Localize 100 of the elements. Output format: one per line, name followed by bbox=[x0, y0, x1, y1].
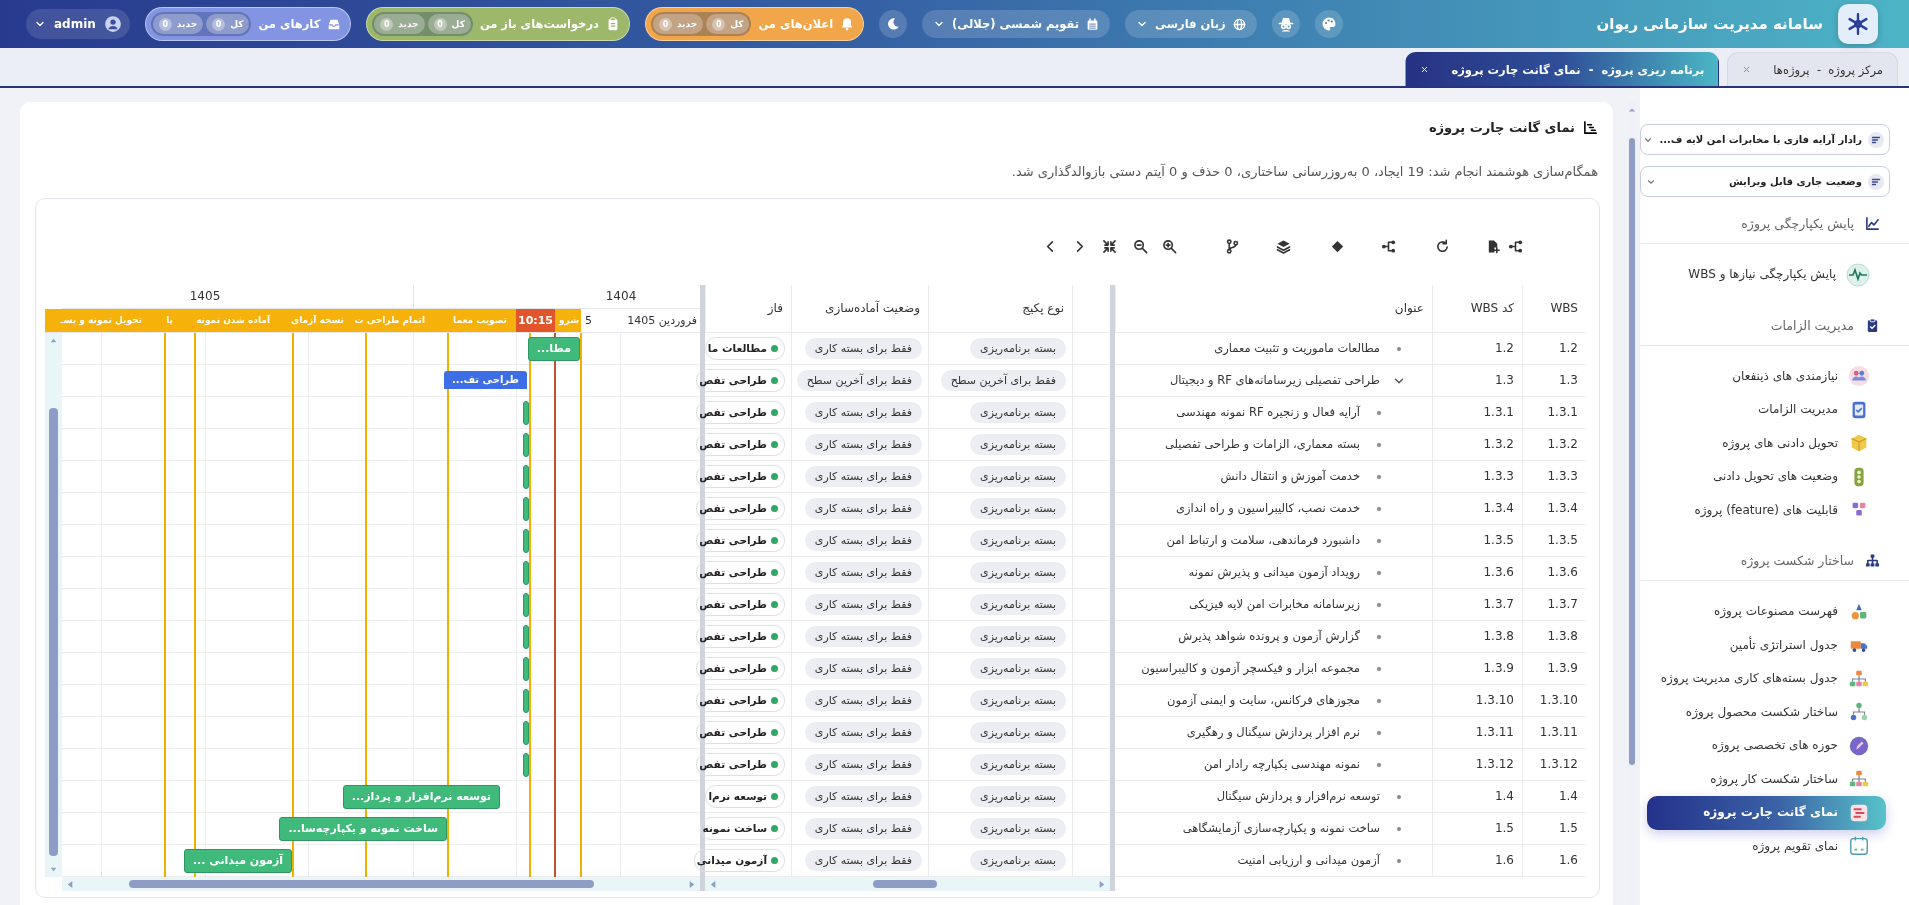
table-cell: آزمون میدانی و ارزیابی امنیت bbox=[1237, 853, 1380, 868]
table-cell: 1.3.6 bbox=[1432, 557, 1522, 588]
branch-icon bbox=[1224, 238, 1240, 254]
calendar-dropdown[interactable]: تقویم شمسی (جلالی) bbox=[922, 10, 1111, 38]
dropdown[interactable]: رادار آرایه فازی با مخابرات امن لایه ف... bbox=[1640, 124, 1890, 155]
vertical-scrollbar[interactable] bbox=[45, 333, 62, 877]
theme-button[interactable] bbox=[1314, 10, 1343, 38]
status-dot bbox=[771, 409, 778, 416]
sidebar-item[interactable]: جدول بسته‌های کاری مدیریت پروژه bbox=[1647, 662, 1886, 696]
horizontal-scrollbar[interactable] bbox=[705, 877, 1110, 891]
sidebar-item[interactable]: تحویل دادنی های پروژه bbox=[1647, 426, 1886, 460]
table-cell: طراحی تفصیلی زیرسامانه‌های RF و دیجیتال bbox=[1169, 373, 1380, 388]
count-badge: 0 bbox=[433, 17, 447, 31]
palette-icon bbox=[1320, 16, 1337, 32]
bullet-icon bbox=[1377, 698, 1381, 703]
calendar-icon bbox=[1848, 835, 1870, 858]
package-tag: بسته برنامه‌ریزی bbox=[970, 850, 1066, 871]
dark-mode-button[interactable] bbox=[879, 10, 908, 38]
table-cell: 1.6 bbox=[1432, 845, 1522, 876]
people-icon bbox=[1848, 365, 1870, 388]
chip-label: کل bbox=[451, 19, 465, 29]
task-bar bbox=[523, 561, 529, 585]
count-badge: 0 bbox=[712, 17, 726, 31]
column-header: عنوان bbox=[1115, 285, 1432, 332]
task-bar: آزمون میدانی ... bbox=[183, 849, 292, 873]
table-cell: 1.3.8 bbox=[1522, 621, 1586, 652]
task-bar bbox=[523, 529, 529, 553]
table-cell: 1.4 bbox=[1432, 781, 1522, 812]
left-arrow-icon bbox=[66, 880, 75, 889]
phase-tag: آزمون میدانی bbox=[693, 849, 785, 872]
hierarchy-icon bbox=[1380, 238, 1396, 254]
sidebar-item[interactable]: فهرست مصنوعات پروژه bbox=[1647, 595, 1886, 629]
sidebar-item[interactable]: مدیریت الزامات bbox=[1647, 393, 1886, 427]
status-tag: فقط برای آخرین سطح bbox=[796, 370, 922, 391]
sidebar-item[interactable]: قابلیت های (feature) پروژه bbox=[1647, 493, 1886, 527]
table-cell: مطالعات ماموریت و تثبیت معماری bbox=[1214, 341, 1380, 356]
status-dot bbox=[771, 505, 778, 512]
phase-tag: طراحی تفص bbox=[696, 657, 785, 680]
sitemap-icon bbox=[1865, 553, 1880, 568]
status-dot bbox=[771, 473, 778, 480]
table-cell: 1.3.7 bbox=[1522, 589, 1586, 620]
task-bar bbox=[523, 689, 529, 713]
sidebar-item[interactable]: نمای گانت چارت پروژه bbox=[1647, 796, 1886, 830]
status-dot bbox=[771, 729, 778, 736]
table-cell: مجموعه ابزار و فیکسچر آزمون و کالیبراسیون bbox=[1141, 661, 1360, 676]
sidebar-item[interactable]: نیازمندی های ذینفعان bbox=[1647, 359, 1886, 393]
table-cell: 1.3.7 bbox=[1432, 589, 1522, 620]
status-dot bbox=[771, 665, 778, 672]
up-arrow-icon bbox=[49, 336, 58, 345]
table-cell: 1.3.2 bbox=[1522, 429, 1586, 460]
pen-icon bbox=[1848, 734, 1870, 757]
sidebar-item[interactable]: ساختار شکست کار پروژه bbox=[1647, 762, 1886, 796]
close-icon[interactable] bbox=[1420, 65, 1430, 74]
status-dot bbox=[771, 793, 778, 800]
user-menu[interactable]: admin bbox=[26, 9, 130, 39]
tab[interactable]: مرکز پروژه - پروژه‌ها bbox=[1727, 52, 1898, 86]
year-label: 1405 bbox=[189, 288, 221, 305]
task-bar bbox=[523, 753, 529, 777]
count-badge: 0 bbox=[658, 17, 672, 31]
table-cell: 1.3.12 bbox=[1432, 749, 1522, 780]
table-cell: 1.2 bbox=[1432, 333, 1522, 364]
sidebar-item[interactable]: حوزه های تخصصی پروژه bbox=[1647, 729, 1886, 763]
sidebar-item[interactable]: وضعیت های تحویل دادنی bbox=[1647, 460, 1886, 494]
section-title: مدیریت الزامات bbox=[1770, 317, 1854, 333]
snowflake-icon bbox=[1846, 12, 1870, 36]
table-cell: 1.4 bbox=[1522, 781, 1586, 812]
table-cell: 1.3.2 bbox=[1432, 429, 1522, 460]
package-tag: بسته برنامه‌ریزی bbox=[970, 722, 1066, 743]
package-tag: بسته برنامه‌ریزی bbox=[970, 562, 1066, 583]
sidebar-item[interactable]: پایش یکپارچگی نیازها و WBS bbox=[1647, 258, 1886, 292]
bullet-icon bbox=[1377, 410, 1381, 415]
zoom-in-icon bbox=[1161, 238, 1177, 254]
fit-screen-icon bbox=[1101, 238, 1117, 254]
sidebar-item[interactable]: نمای تقویم پروژه bbox=[1647, 829, 1886, 863]
column-header: کد WBS bbox=[1432, 285, 1522, 332]
phase-tag: طراحی تفص bbox=[696, 721, 785, 744]
down-arrow-icon bbox=[49, 865, 58, 874]
table-cell: ساخت نمونه و یکپارچه‌سازی آزمایشگاهی bbox=[1182, 821, 1380, 836]
status-tag: فقط برای بسته کاری bbox=[804, 466, 922, 487]
left-arrow-icon bbox=[709, 880, 718, 889]
package-tag: بسته برنامه‌ریزی bbox=[970, 594, 1066, 615]
inbox-icon bbox=[327, 17, 342, 31]
phase-tag: طراحی تفص bbox=[696, 433, 785, 456]
count-badge: 0 bbox=[212, 17, 226, 31]
status-tag: فقط برای بسته کاری bbox=[804, 338, 922, 359]
table-cell: 1.3.11 bbox=[1522, 717, 1586, 748]
dropdown[interactable]: وضعیت جاری قابل ویرایش bbox=[1640, 166, 1890, 197]
count-badge: 0 bbox=[158, 17, 172, 31]
table-cell: 1.3.4 bbox=[1522, 493, 1586, 524]
tab[interactable]: برنامه ریزی پروژه - نمای گانت چارت پروژه bbox=[1405, 52, 1720, 86]
horizontal-scrollbar[interactable] bbox=[62, 877, 700, 891]
table-cell: 1.2 bbox=[1522, 333, 1586, 364]
table-cell: 1.3.9 bbox=[1432, 653, 1522, 684]
incognito-button[interactable] bbox=[1271, 10, 1300, 38]
sidebar-item[interactable]: جدول استراتژی تأمین bbox=[1647, 628, 1886, 662]
sidebar-item[interactable]: ساختار شکست محصول پروژه bbox=[1647, 695, 1886, 729]
status-dot bbox=[771, 633, 778, 640]
bullet-icon bbox=[1377, 602, 1381, 607]
phase-tag: طراحی تفص bbox=[696, 465, 785, 488]
right-arrow-icon bbox=[1097, 880, 1106, 889]
